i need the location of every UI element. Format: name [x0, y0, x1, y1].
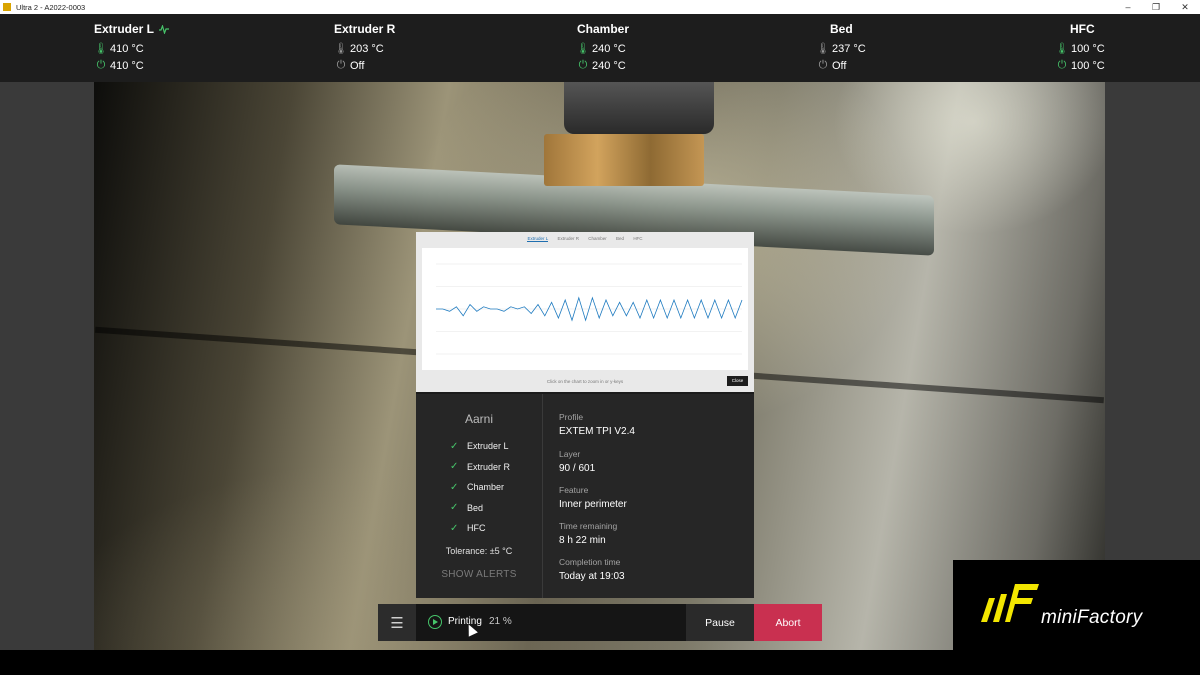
- info-label: Time remaining: [559, 521, 618, 531]
- activity-icon: [159, 24, 170, 36]
- check-label: Extruder R: [467, 461, 511, 472]
- info-layer: Layer 90 / 601: [559, 449, 595, 474]
- heater-name: Chamber: [577, 22, 630, 36]
- info-label: Layer: [559, 449, 581, 459]
- heater-current-temp: 410 °C: [110, 42, 144, 55]
- thermometer-icon: 🌡︎: [1055, 43, 1069, 55]
- minimize-button[interactable]: –: [1113, 0, 1143, 14]
- check-item: ✓ HFC: [450, 518, 510, 539]
- info-feature: Feature Inner perimeter: [559, 485, 627, 510]
- info-value: 8 h 22 min: [559, 535, 606, 546]
- check-icon: ✓: [450, 461, 459, 473]
- bottom-bar: [0, 650, 1200, 675]
- power-icon: ⏻: [96, 59, 106, 71]
- check-label: Extruder L: [467, 441, 509, 452]
- chart-tab-extruder-r[interactable]: Extruder R: [557, 236, 579, 241]
- info-label: Profile: [559, 412, 584, 422]
- thermometer-icon: 🌡︎: [94, 43, 108, 55]
- heater-name: Bed: [830, 22, 853, 36]
- info-completion-time: Completion time Today at 19:03: [559, 557, 625, 582]
- chart-close-button[interactable]: Close: [727, 376, 748, 386]
- check-label: Bed: [467, 502, 484, 513]
- minifactory-logo: miniFactory: [953, 560, 1200, 650]
- heater-current-temp: 100 °C: [1071, 42, 1105, 55]
- heater-name: HFC: [1070, 22, 1095, 36]
- info-value: Inner perimeter: [559, 499, 627, 510]
- heater-name: Extruder R: [334, 22, 396, 36]
- chart-hint: Click on the chart to zoom in or y-keys: [546, 379, 624, 384]
- info-profile: Profile EXTEM TPI V2.4: [559, 412, 635, 437]
- info-label: Completion time: [559, 557, 621, 567]
- check-item: ✓ Extruder L: [450, 436, 510, 457]
- thermometer-icon: 🌡︎: [816, 43, 830, 55]
- chart-tab-extruder-l[interactable]: Extruder L: [527, 236, 549, 242]
- info-value: Today at 19:03: [559, 571, 625, 582]
- play-icon: [428, 615, 442, 629]
- check-icon: ✓: [450, 481, 459, 493]
- check-icon: ✓: [450, 502, 459, 514]
- job-details: Aarni ✓ Extruder L ✓ Extruder R ✓ Chamber ✓…: [416, 394, 754, 598]
- info-value: 90 / 601: [559, 463, 596, 474]
- chart-tab-bed[interactable]: Bed: [616, 236, 624, 241]
- pause-button[interactable]: Pause: [686, 604, 754, 641]
- abort-button[interactable]: Abort: [754, 604, 822, 641]
- tolerance-text: Tolerance: ±5 °C: [445, 546, 513, 556]
- check-item: ✓ Bed: [450, 498, 510, 519]
- power-icon: ⏻: [1057, 59, 1067, 71]
- menu-icon[interactable]: ☰: [378, 604, 416, 641]
- info-label: Feature: [559, 485, 589, 495]
- heater-status-bar: Extruder L 🌡︎ 410 °C ⏻ 410 °C Extruder R…: [0, 14, 1200, 82]
- restore-button[interactable]: ❐: [1141, 0, 1171, 14]
- heater-target-temp: 240 °C: [592, 59, 626, 72]
- app-icon: [3, 3, 11, 11]
- temperature-chart[interactable]: [422, 248, 748, 370]
- logo-text: miniFactory: [1041, 607, 1143, 628]
- print-head: [564, 82, 714, 134]
- heater-current-temp: 240 °C: [592, 42, 626, 55]
- show-alerts-button[interactable]: SHOW ALERTS: [416, 569, 542, 580]
- heater-target-temp: Off: [350, 59, 365, 72]
- minifactory-logo-mark-icon: [981, 584, 1039, 622]
- check-item: ✓ Chamber: [450, 477, 510, 498]
- print-status[interactable]: Printing 21 %: [416, 604, 686, 641]
- chart-tabs: Extruder L Extruder R Chamber Bed HFC: [416, 236, 754, 242]
- check-label: Chamber: [467, 482, 505, 493]
- print-status-overlay: Extruder L Extruder R Chamber Bed HFC Cl…: [416, 232, 754, 598]
- camera-margin-left: [0, 82, 94, 650]
- check-icon: ✓: [450, 440, 459, 452]
- divider: [542, 394, 543, 598]
- window-title: Ultra 2 - A2022-0003: [16, 2, 86, 12]
- info-value: EXTEM TPI V2.4: [559, 426, 635, 437]
- chart-tab-hfc[interactable]: HFC: [633, 236, 642, 241]
- power-icon: ⏻: [818, 59, 828, 71]
- check-item: ✓ Extruder R: [450, 457, 510, 478]
- chart-plot[interactable]: [422, 248, 748, 370]
- window-titlebar: Ultra 2 - A2022-0003 – ❐ ✕: [0, 0, 1200, 14]
- heater-name: Extruder L: [94, 22, 154, 36]
- close-button[interactable]: ✕: [1170, 0, 1200, 14]
- chart-tab-chamber[interactable]: Chamber: [588, 236, 607, 241]
- thermometer-icon: 🌡︎: [334, 43, 348, 55]
- printed-part: [544, 134, 704, 186]
- check-label: HFC: [467, 523, 486, 534]
- heater-current-temp: 237 °C: [832, 42, 866, 55]
- heater-target-temp: 100 °C: [1071, 59, 1105, 72]
- print-control-bar: ☰ Printing 21 % Pause Abort: [378, 604, 822, 641]
- power-icon: ⏻: [336, 59, 346, 71]
- heater-target-temp: Off: [832, 59, 847, 72]
- heater-check-list: ✓ Extruder L ✓ Extruder R ✓ Chamber ✓ Bed ✓ H…: [450, 436, 510, 539]
- temperature-chart-panel: Extruder L Extruder R Chamber Bed HFC Cl…: [416, 232, 754, 392]
- power-icon: ⏻: [578, 59, 588, 71]
- print-progress: 21 %: [489, 616, 512, 627]
- printer-name: Aarni: [464, 412, 493, 426]
- heater-current-temp: 203 °C: [350, 42, 384, 55]
- check-icon: ✓: [450, 522, 459, 534]
- heater-target-temp: 410 °C: [110, 59, 144, 72]
- thermometer-icon: 🌡︎: [576, 43, 590, 55]
- info-time-remaining: Time remaining 8 h 22 min: [559, 521, 617, 546]
